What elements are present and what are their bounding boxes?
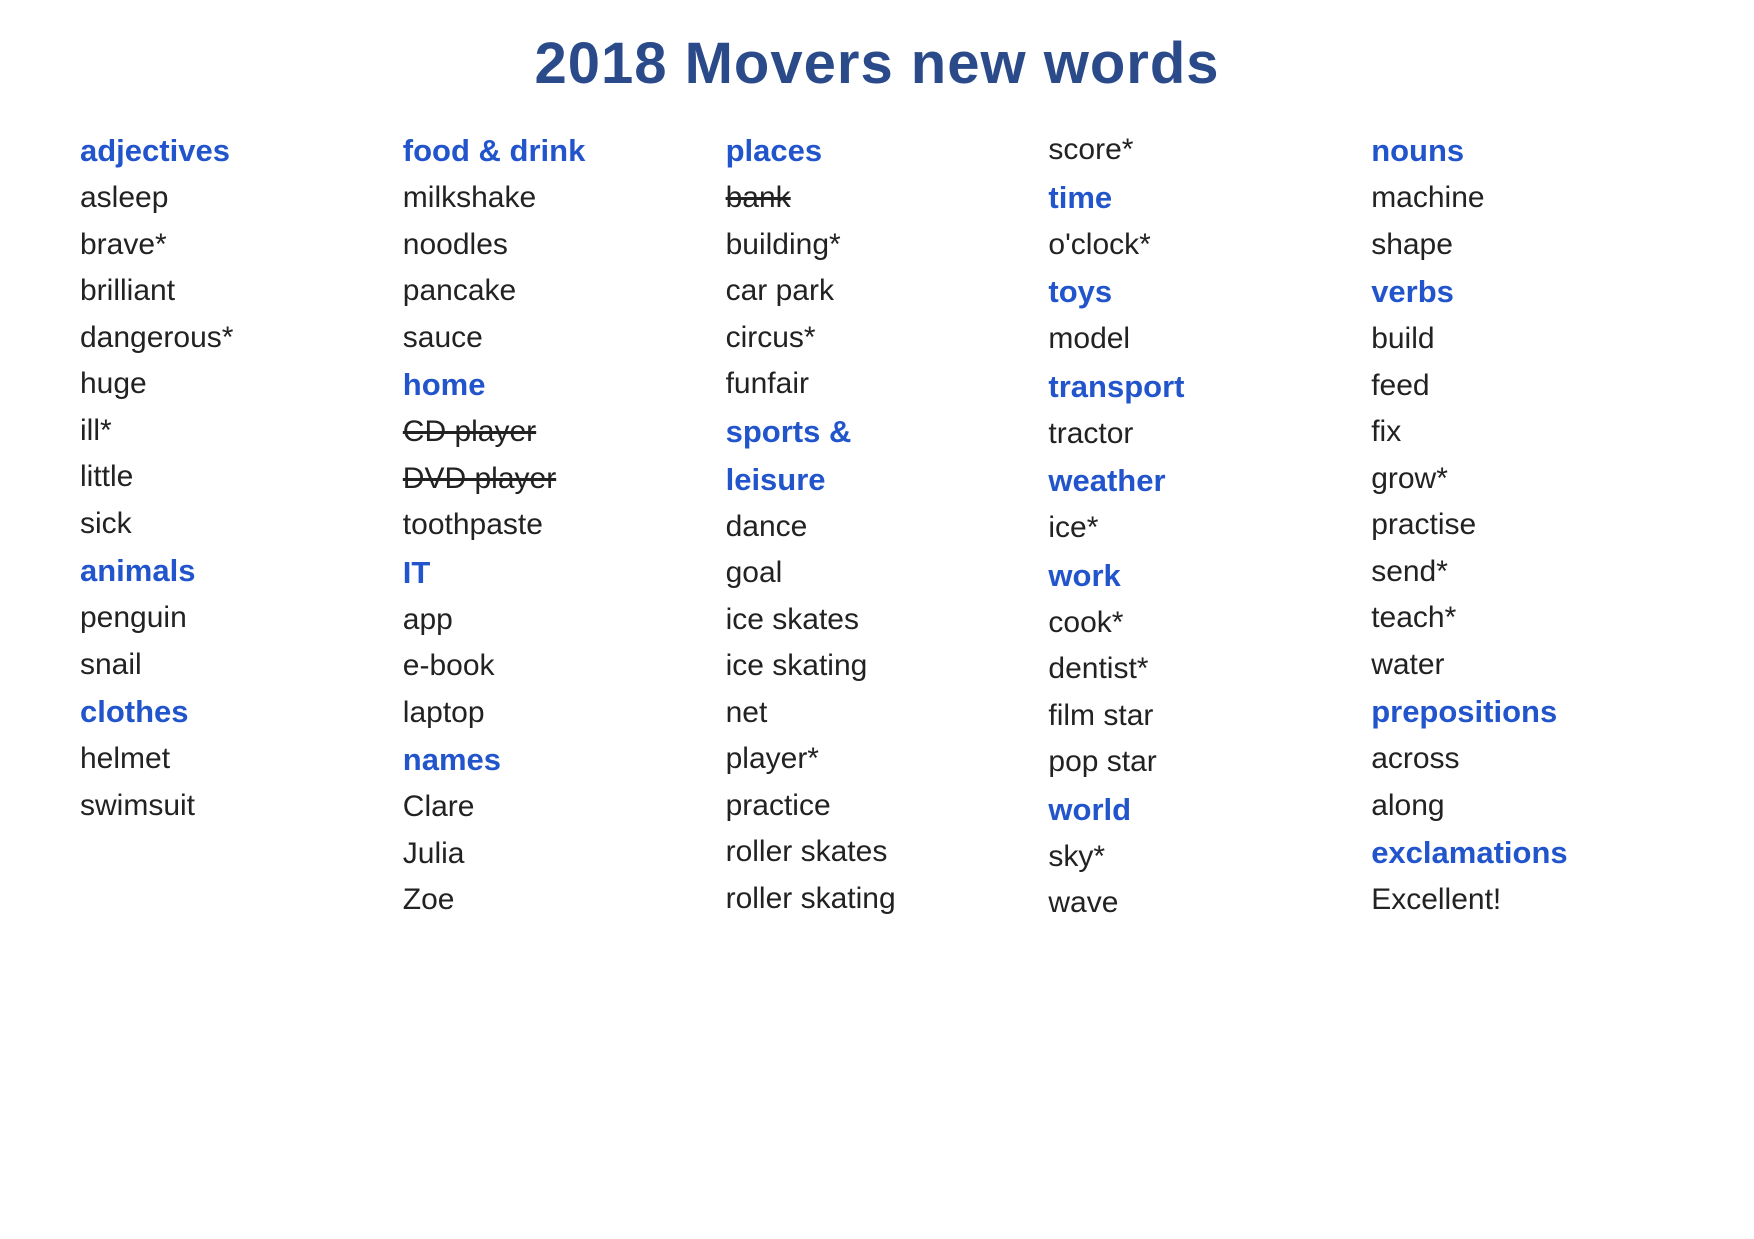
word-item-0-9: animals bbox=[80, 547, 383, 595]
word-item-2-11: ice skating bbox=[726, 643, 1029, 690]
word-item-0-10: penguin bbox=[80, 595, 383, 642]
word-item-1-4: sauce bbox=[403, 315, 706, 362]
word-item-3-0: score* bbox=[1048, 127, 1351, 174]
word-item-1-15: Julia bbox=[403, 831, 706, 878]
word-item-4-0: nouns bbox=[1371, 127, 1674, 175]
word-item-1-8: toothpaste bbox=[403, 502, 706, 549]
word-item-0-5: huge bbox=[80, 361, 383, 408]
word-item-0-14: swimsuit bbox=[80, 783, 383, 830]
word-item-3-4: model bbox=[1048, 316, 1351, 363]
word-item-4-9: send* bbox=[1371, 549, 1674, 596]
word-item-0-12: clothes bbox=[80, 688, 383, 736]
word-item-4-13: across bbox=[1371, 736, 1674, 783]
word-item-2-16: roller skating bbox=[726, 876, 1029, 923]
word-item-2-5: funfair bbox=[726, 361, 1029, 408]
word-item-0-11: snail bbox=[80, 642, 383, 689]
column-3: placesbankbuilding*car parkcircus*funfai… bbox=[716, 127, 1039, 927]
word-item-3-2: o'clock* bbox=[1048, 222, 1351, 269]
column-1: adjectivesasleepbrave*brilliantdangerous… bbox=[70, 127, 393, 927]
word-item-2-13: player* bbox=[726, 736, 1029, 783]
column-5: nounsmachineshapeverbsbuildfeedfixgrow*p… bbox=[1361, 127, 1684, 927]
word-item-1-6: CD player bbox=[403, 409, 706, 456]
word-item-0-3: brilliant bbox=[80, 268, 383, 315]
word-item-4-7: grow* bbox=[1371, 456, 1674, 503]
word-item-0-1: asleep bbox=[80, 175, 383, 222]
word-item-4-2: shape bbox=[1371, 222, 1674, 269]
word-item-1-12: laptop bbox=[403, 690, 706, 737]
word-item-2-2: building* bbox=[726, 222, 1029, 269]
word-item-2-9: goal bbox=[726, 550, 1029, 597]
word-item-3-14: world bbox=[1048, 786, 1351, 834]
word-item-3-3: toys bbox=[1048, 268, 1351, 316]
word-item-0-6: ill* bbox=[80, 408, 383, 455]
word-item-3-7: weather bbox=[1048, 457, 1351, 505]
word-item-1-14: Clare bbox=[403, 784, 706, 831]
column-4: score*timeo'clock*toysmodeltransporttrac… bbox=[1038, 127, 1361, 927]
word-item-4-8: practise bbox=[1371, 502, 1674, 549]
word-item-3-11: dentist* bbox=[1048, 646, 1351, 693]
word-item-3-6: tractor bbox=[1048, 411, 1351, 458]
word-item-4-10: teach* bbox=[1371, 595, 1674, 642]
word-item-2-4: circus* bbox=[726, 315, 1029, 362]
word-item-2-3: car park bbox=[726, 268, 1029, 315]
word-item-0-2: brave* bbox=[80, 222, 383, 269]
word-item-1-10: app bbox=[403, 597, 706, 644]
word-item-3-10: cook* bbox=[1048, 600, 1351, 647]
word-item-4-1: machine bbox=[1371, 175, 1674, 222]
word-item-1-2: noodles bbox=[403, 222, 706, 269]
word-item-1-16: Zoe bbox=[403, 877, 706, 924]
word-item-4-12: prepositions bbox=[1371, 688, 1674, 736]
word-item-1-13: names bbox=[403, 736, 706, 784]
word-item-2-10: ice skates bbox=[726, 597, 1029, 644]
word-item-2-0: places bbox=[726, 127, 1029, 175]
word-item-0-0: adjectives bbox=[80, 127, 383, 175]
word-item-1-9: IT bbox=[403, 549, 706, 597]
word-item-1-1: milkshake bbox=[403, 175, 706, 222]
word-item-1-5: home bbox=[403, 361, 706, 409]
word-item-4-4: build bbox=[1371, 316, 1674, 363]
word-item-4-6: fix bbox=[1371, 409, 1674, 456]
word-item-4-16: Excellent! bbox=[1371, 877, 1674, 924]
word-item-4-3: verbs bbox=[1371, 268, 1674, 316]
word-item-3-9: work bbox=[1048, 552, 1351, 600]
page-title: 2018 Movers new words bbox=[40, 30, 1714, 97]
word-item-4-15: exclamations bbox=[1371, 829, 1674, 877]
word-item-2-6: sports & bbox=[726, 408, 1029, 456]
word-item-0-8: sick bbox=[80, 501, 383, 548]
word-item-3-1: time bbox=[1048, 174, 1351, 222]
word-item-2-12: net bbox=[726, 690, 1029, 737]
word-item-2-7: leisure bbox=[726, 456, 1029, 504]
word-item-3-12: film star bbox=[1048, 693, 1351, 740]
word-item-4-11: water bbox=[1371, 642, 1674, 689]
word-item-2-1: bank bbox=[726, 175, 1029, 222]
word-item-0-7: little bbox=[80, 454, 383, 501]
word-item-0-13: helmet bbox=[80, 736, 383, 783]
word-item-3-15: sky* bbox=[1048, 834, 1351, 881]
word-item-2-15: roller skates bbox=[726, 829, 1029, 876]
word-item-3-16: wave bbox=[1048, 880, 1351, 927]
word-item-4-14: along bbox=[1371, 783, 1674, 830]
column-2: food & drinkmilkshakenoodlespancakesauce… bbox=[393, 127, 716, 927]
word-item-1-3: pancake bbox=[403, 268, 706, 315]
word-item-3-8: ice* bbox=[1048, 505, 1351, 552]
word-item-0-4: dangerous* bbox=[80, 315, 383, 362]
word-item-3-13: pop star bbox=[1048, 739, 1351, 786]
word-grid: adjectivesasleepbrave*brilliantdangerous… bbox=[40, 127, 1714, 927]
word-item-3-5: transport bbox=[1048, 363, 1351, 411]
word-item-1-0: food & drink bbox=[403, 127, 706, 175]
word-item-2-8: dance bbox=[726, 504, 1029, 551]
word-item-1-11: e-book bbox=[403, 643, 706, 690]
word-item-2-14: practice bbox=[726, 783, 1029, 830]
word-item-1-7: DVD player bbox=[403, 456, 706, 503]
word-item-4-5: feed bbox=[1371, 363, 1674, 410]
